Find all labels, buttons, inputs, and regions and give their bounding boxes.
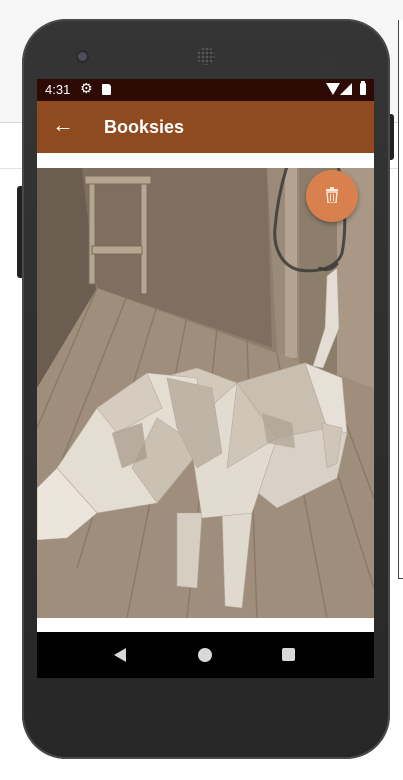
battery-icon [360, 81, 366, 95]
status-time: 4:31 [45, 82, 71, 97]
navigation-bar [37, 632, 374, 678]
page-title: Booksies [104, 117, 185, 137]
wifi-icon [326, 83, 340, 95]
photo-view [37, 168, 374, 618]
app-bar: ← Booksies [37, 101, 374, 153]
status-bar: 4:31 ⚙ [37, 79, 374, 101]
device-screen: 4:31 ⚙ ← Booksies [37, 79, 374, 678]
side-panel-edge [398, 20, 403, 579]
dog-photo [37, 168, 374, 618]
back-arrow-icon[interactable]: ← [51, 113, 75, 137]
front-camera [78, 52, 87, 61]
trash-icon [326, 187, 338, 203]
nav-back-icon[interactable] [114, 648, 126, 662]
nav-recents-icon[interactable] [282, 648, 295, 661]
sd-card-icon [102, 84, 111, 95]
nav-home-icon[interactable] [198, 648, 212, 662]
delete-button[interactable] [306, 170, 358, 222]
speaker-grille [197, 47, 215, 65]
gear-icon: ⚙ [80, 80, 93, 96]
proximity-sensor [326, 53, 340, 84]
signal-icon [340, 83, 352, 95]
